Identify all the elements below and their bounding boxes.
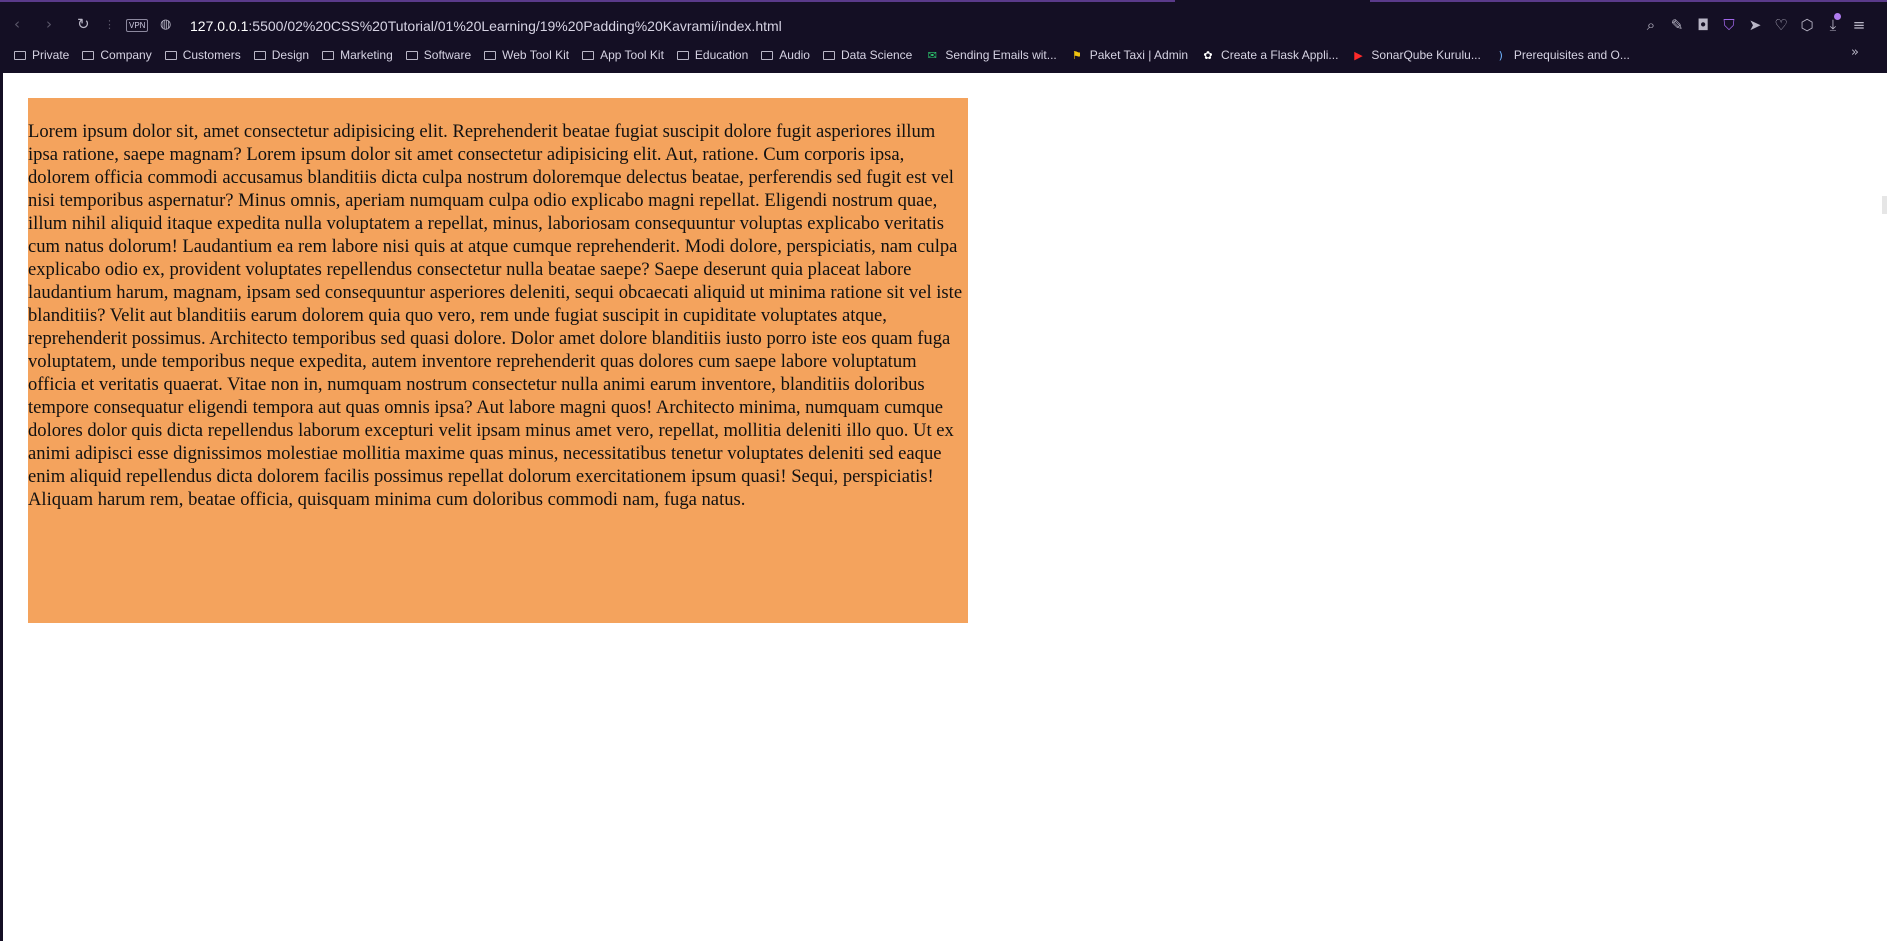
url-host: 127.0.0.1 xyxy=(190,18,249,34)
bookmark-marketing[interactable]: Marketing xyxy=(322,48,393,62)
address-bar-row: ‹ › ↻ ⋮ VPN ◍ 127.0.0.1:5500/02%20CSS%20… xyxy=(0,4,1887,40)
bookmark-label: Data Science xyxy=(840,48,913,62)
tab-indicator xyxy=(1370,0,1887,2)
bookmark-sending-emails[interactable]: ✉ Sending Emails wit... xyxy=(925,48,1057,62)
youtube-icon: ▶ xyxy=(1354,48,1363,62)
folder-icon xyxy=(253,50,266,60)
sonar-icon: ) xyxy=(1498,48,1503,62)
notification-dot xyxy=(1834,13,1841,20)
padding-box: Lorem ipsum dolor sit, amet consectetur … xyxy=(28,98,968,623)
globe-icon[interactable]: ◍ xyxy=(160,18,171,31)
bookmark-label: Web Tool Kit xyxy=(502,48,570,62)
window-edge xyxy=(0,73,3,941)
bookmarks-bar: Private Company Customers Design Marketi… xyxy=(14,46,1643,64)
edit-icon[interactable]: ✎ xyxy=(1669,16,1685,34)
bookmark-label: Private xyxy=(32,48,70,62)
bookmark-flask[interactable]: ✿ Create a Flask Appli... xyxy=(1201,48,1338,62)
url-field[interactable]: 127.0.0.1:5500/02%20CSS%20Tutorial/01%20… xyxy=(190,18,782,34)
camera-icon[interactable]: ◘ xyxy=(1695,16,1711,34)
vpn-badge[interactable]: VPN xyxy=(126,19,149,32)
bookmark-label: Sending Emails wit... xyxy=(945,48,1057,62)
bookmark-label: Software xyxy=(423,48,472,62)
bookmark-audio[interactable]: Audio xyxy=(761,48,810,62)
browser-chrome: ‹ › ↻ ⋮ VPN ◍ 127.0.0.1:5500/02%20CSS%20… xyxy=(0,0,1887,73)
bookmark-software[interactable]: Software xyxy=(405,48,472,62)
bookmark-customers[interactable]: Customers xyxy=(164,48,241,62)
flask-icon: ✿ xyxy=(1203,48,1213,62)
url-path: :5500/02%20CSS%20Tutorial/01%20Learning/… xyxy=(248,18,782,34)
bookmark-app-tool-kit[interactable]: App Tool Kit xyxy=(582,48,664,62)
bookmark-label: Design xyxy=(271,48,310,62)
bookmark-label: Prerequisites and O... xyxy=(1513,48,1630,62)
shield-icon[interactable]: ⛉ xyxy=(1721,16,1737,34)
folder-icon xyxy=(822,50,835,60)
bookmark-label: Create a Flask Appli... xyxy=(1221,48,1339,62)
more-bookmarks-icon[interactable]: » xyxy=(1851,45,1859,60)
forward-arrow-icon[interactable]: › xyxy=(46,17,52,32)
reload-icon[interactable]: ↻ xyxy=(77,17,90,32)
folder-icon xyxy=(164,50,177,60)
bookmark-label: Education xyxy=(694,48,749,62)
bookmark-company[interactable]: Company xyxy=(82,48,152,62)
toolbar-right: ⌕ ✎ ◘ ⛉ ➤ ♡ ⬡ ⤓ ≡ xyxy=(1643,16,1867,34)
folder-icon xyxy=(582,50,595,60)
folder-icon xyxy=(484,50,497,60)
folder-icon xyxy=(761,50,774,60)
bookmark-label: Paket Taxi | Admin xyxy=(1089,48,1189,62)
bookmark-label: Company xyxy=(100,48,152,62)
bookmark-label: Audio xyxy=(779,48,810,62)
scrollbar-thumb[interactable] xyxy=(1882,196,1887,214)
folder-icon xyxy=(322,50,335,60)
active-tab-indicator xyxy=(0,0,1175,2)
bookmark-private[interactable]: Private xyxy=(14,48,69,62)
bookmark-sonarqube[interactable]: ▶ SonarQube Kurulu... xyxy=(1351,48,1481,62)
folder-icon xyxy=(676,50,689,60)
back-arrow-icon[interactable]: ‹ xyxy=(14,17,20,32)
send-icon[interactable]: ➤ xyxy=(1747,16,1763,34)
lorem-paragraph: Lorem ipsum dolor sit, amet consectetur … xyxy=(28,121,963,510)
folder-icon xyxy=(405,50,418,60)
divider-dots-icon: ⋮ xyxy=(104,18,115,31)
bookmark-data-science[interactable]: Data Science xyxy=(822,48,913,62)
bookmark-web-tool-kit[interactable]: Web Tool Kit xyxy=(484,48,569,62)
bookmark-education[interactable]: Education xyxy=(676,48,749,62)
mail-icon: ✉ xyxy=(927,48,937,62)
heart-icon[interactable]: ♡ xyxy=(1773,16,1789,34)
bookmark-label: Marketing xyxy=(340,48,393,62)
taxi-icon: ⚑ xyxy=(1071,48,1082,62)
menu-icon[interactable]: ≡ xyxy=(1851,16,1867,34)
bookmark-label: App Tool Kit xyxy=(600,48,664,62)
search-icon[interactable]: ⌕ xyxy=(1643,16,1659,34)
folder-icon xyxy=(14,50,26,60)
bookmark-label: Customers xyxy=(182,48,241,62)
bookmark-label: SonarQube Kurulu... xyxy=(1371,48,1481,62)
bookmark-prerequisites[interactable]: ) Prerequisites and O... xyxy=(1494,48,1630,62)
folder-icon xyxy=(82,50,95,60)
box-icon[interactable]: ⬡ xyxy=(1799,16,1815,34)
bookmark-design[interactable]: Design xyxy=(253,48,310,62)
bookmark-paket-taxi[interactable]: ⚑ Paket Taxi | Admin xyxy=(1070,48,1188,62)
